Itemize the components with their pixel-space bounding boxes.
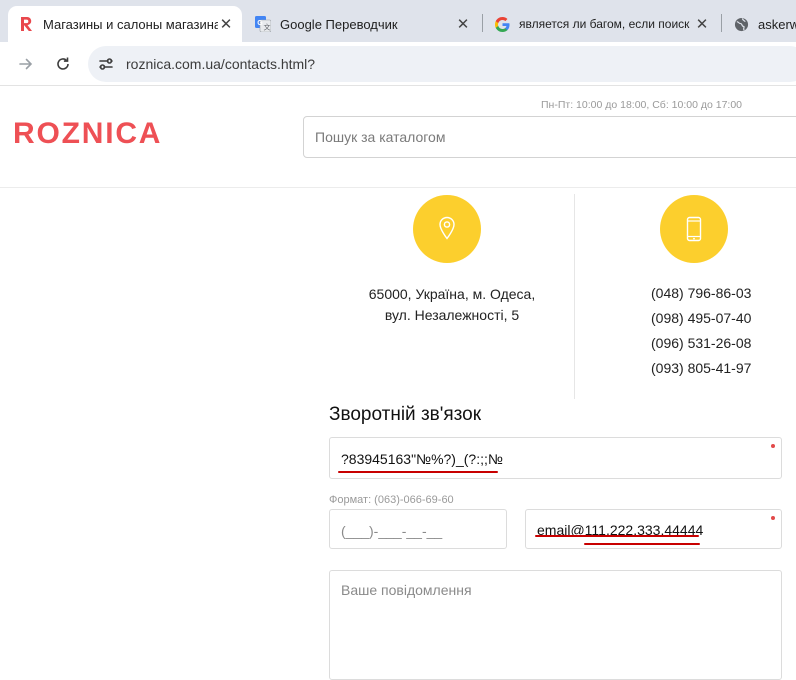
- phone-number[interactable]: (098) 495-07-40: [651, 310, 751, 326]
- store-address: 65000, Україна, м. Одеса, вул. Незалежно…: [352, 284, 552, 326]
- phone-field[interactable]: (___)-___-__-__: [329, 509, 507, 549]
- phone-number[interactable]: (093) 805-41-97: [651, 360, 751, 376]
- address-line: 65000, Україна, м. Одеса,: [368, 286, 536, 302]
- tab-separator: [482, 14, 483, 32]
- tab-title: askerwe: [758, 16, 796, 32]
- name-field-value: ?83945163"№%?)_(?:;;№: [341, 451, 503, 467]
- annotation-underline: [584, 543, 700, 545]
- tab-title: Google Переводчик: [280, 16, 398, 32]
- feedback-title: Зворотній зв'язок: [329, 404, 482, 425]
- mobile-phone-icon: [686, 216, 702, 242]
- url-text: roznica.com.ua/contacts.html?: [126, 56, 316, 72]
- contacts-divider: [574, 194, 575, 399]
- google-icon: [494, 16, 510, 32]
- annotation-underline: [338, 471, 498, 473]
- message-textarea[interactable]: Ваше повідомлення: [329, 570, 782, 680]
- phone-circle: [660, 195, 728, 263]
- site-settings-icon[interactable]: [96, 54, 116, 74]
- annotation-underline: [535, 535, 699, 537]
- catalog-search-input[interactable]: [303, 116, 796, 158]
- close-tab-icon[interactable]: ✕: [218, 15, 234, 33]
- reload-button[interactable]: [49, 50, 77, 78]
- phone-field-mask: (___)-___-__-__: [341, 523, 443, 539]
- tab-roznica[interactable]: Магазины и салоны магазина ✕: [8, 6, 242, 42]
- google-translate-icon: G文: [255, 16, 271, 32]
- required-marker: [771, 516, 775, 520]
- required-marker: [771, 444, 775, 448]
- browser-tab-strip: Магазины и салоны магазина ✕ G文 Google П…: [0, 0, 796, 42]
- phone-number[interactable]: (048) 796-86-03: [651, 285, 751, 301]
- location-circle: [413, 195, 481, 263]
- close-tab-icon[interactable]: ✕: [455, 15, 471, 33]
- address-line: вул. Незалежності, 5: [384, 307, 520, 323]
- site-logo[interactable]: ROZNICA: [13, 117, 162, 151]
- close-tab-icon[interactable]: ✕: [694, 15, 710, 33]
- location-pin-icon: [439, 216, 455, 240]
- tab-askerwe[interactable]: askerwe: [723, 6, 796, 42]
- svg-text:G: G: [257, 20, 263, 27]
- tab-google-translate[interactable]: G文 Google Переводчик ✕: [245, 6, 479, 42]
- svg-text:文: 文: [264, 23, 271, 32]
- message-placeholder: Ваше повідомлення: [341, 582, 472, 598]
- working-hours: Пн-Пт: 10:00 до 18:00, Сб: 10:00 до 17:0…: [541, 99, 743, 111]
- forward-button[interactable]: [12, 50, 40, 78]
- tab-title: является ли багом, если поиск: [519, 17, 690, 31]
- tab-title: Магазины и салоны магазина: [43, 16, 218, 32]
- phone-format-hint: Формат: (063)-066-69-60: [329, 494, 454, 506]
- globe-icon: [733, 16, 749, 32]
- roznica-r-icon: [18, 16, 34, 32]
- address-bar[interactable]: roznica.com.ua/contacts.html?: [88, 46, 796, 82]
- phone-number[interactable]: (096) 531-26-08: [651, 335, 751, 351]
- reload-icon: [57, 57, 69, 70]
- tab-separator: [721, 14, 722, 32]
- tab-google-search[interactable]: является ли багом, если поиск ✕: [484, 6, 718, 42]
- browser-toolbar: roznica.com.ua/contacts.html?: [0, 42, 796, 86]
- arrow-right-icon: [19, 58, 33, 70]
- header-divider: [0, 187, 796, 188]
